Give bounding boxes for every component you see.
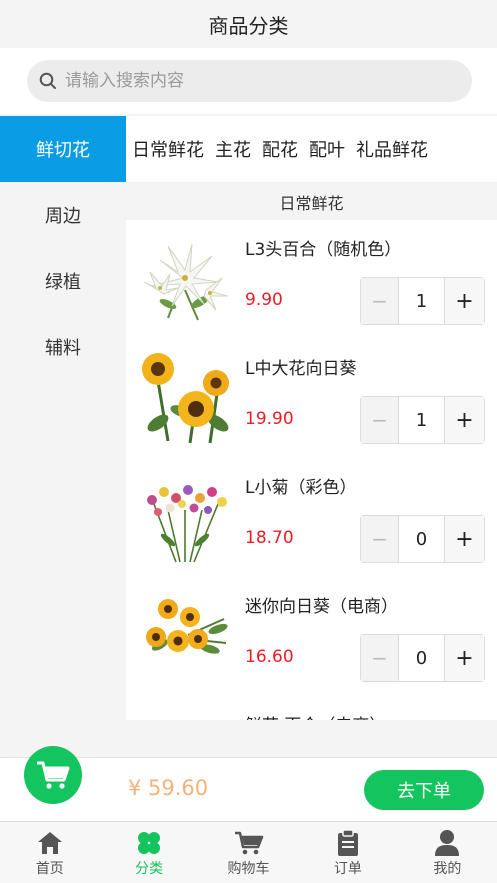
- cart-bar: ¥ 59.60 去下单: [0, 746, 497, 821]
- search-input[interactable]: [65, 71, 445, 91]
- product-price: 18.70: [245, 528, 294, 548]
- decrease-button[interactable]: −: [361, 635, 399, 681]
- page-title: 商品分类: [208, 13, 289, 38]
- bottom-tab-bar: 首页 分类 购物车 订单 我的: [0, 821, 497, 883]
- category-sidebar: 鲜切花 周边 绿植 辅料: [0, 116, 126, 756]
- quantity-value[interactable]: 1: [399, 397, 445, 443]
- product-image: [138, 232, 232, 326]
- sidebar-item-label: 绿植: [45, 272, 81, 293]
- sidebar-item-green-plants[interactable]: 绿植: [0, 248, 126, 314]
- section-title: 日常鲜花: [126, 184, 497, 220]
- product-name: L小菊（彩色）: [245, 478, 357, 498]
- tab-profile[interactable]: 我的: [398, 822, 497, 883]
- tab-label: 订单: [333, 860, 362, 877]
- decrease-button[interactable]: −: [361, 278, 399, 324]
- tab-cart[interactable]: 购物车: [199, 822, 298, 883]
- list-item[interactable]: L小菊（彩色） 18.70 − 0 +: [126, 458, 497, 577]
- product-image: [138, 470, 232, 564]
- product-name: L中大花向日葵: [245, 359, 357, 379]
- list-item[interactable]: 鲜花 百合（电商）: [126, 696, 497, 720]
- tab-category[interactable]: 分类: [99, 822, 198, 883]
- list-item[interactable]: L3头百合（随机色） 9.90 − 1 +: [126, 220, 497, 339]
- subtab-filler-flower[interactable]: 配花: [262, 136, 298, 162]
- search-bar: [0, 48, 497, 114]
- page-header: 商品分类: [0, 0, 497, 48]
- subcategory-tabs: 日常鲜花 主花 配花 配叶 礼品鲜花: [126, 116, 497, 182]
- quantity-stepper: − 0 +: [360, 515, 485, 563]
- list-item[interactable]: 迷你向日葵（电商） 16.60 − 0 +: [126, 577, 497, 696]
- increase-button[interactable]: +: [445, 397, 484, 443]
- increase-button[interactable]: +: [445, 635, 484, 681]
- tab-orders[interactable]: 订单: [298, 822, 397, 883]
- sidebar-item-fresh-cut-flowers[interactable]: 鲜切花: [0, 116, 126, 182]
- category-icon: [138, 831, 161, 854]
- section-title-label: 日常鲜花: [279, 194, 344, 213]
- tab-home[interactable]: 首页: [0, 822, 99, 883]
- subtab-daily-flowers[interactable]: 日常鲜花: [132, 136, 204, 162]
- subtab-gift-flowers[interactable]: 礼品鲜花: [356, 136, 428, 162]
- quantity-stepper: − 1 +: [360, 396, 485, 444]
- sidebar-item-label: 辅料: [45, 338, 81, 359]
- product-price: 19.90: [245, 409, 294, 429]
- cart-icon: [37, 761, 70, 789]
- decrease-button[interactable]: −: [361, 397, 399, 443]
- product-name: 迷你向日葵（电商）: [245, 597, 398, 617]
- quantity-stepper: − 0 +: [360, 634, 485, 682]
- tab-label: 我的: [433, 860, 462, 877]
- cart-total: ¥ 59.60: [128, 776, 209, 800]
- order-icon: [337, 828, 358, 856]
- sidebar-item-accessories[interactable]: 周边: [0, 182, 126, 248]
- product-list: L3头百合（随机色） 9.90 − 1 + L中大花向日葵 19.90 − 1 …: [126, 220, 497, 720]
- checkout-button[interactable]: 去下单: [364, 770, 484, 810]
- increase-button[interactable]: +: [445, 278, 484, 324]
- cart-icon: [234, 831, 263, 854]
- search-icon: [39, 72, 56, 89]
- subtab-main-flower[interactable]: 主花: [215, 136, 251, 162]
- tab-label: 购物车: [227, 860, 270, 877]
- sidebar-item-label: 鲜切花: [36, 140, 90, 161]
- sidebar-item-materials[interactable]: 辅料: [0, 314, 126, 380]
- tab-label: 分类: [135, 860, 164, 877]
- user-icon: [435, 829, 460, 856]
- cart-button[interactable]: [24, 746, 82, 804]
- quantity-stepper: − 1 +: [360, 277, 485, 325]
- product-price: 9.90: [245, 290, 283, 310]
- increase-button[interactable]: +: [445, 516, 484, 562]
- tab-label: 首页: [35, 860, 64, 877]
- list-item[interactable]: L中大花向日葵 19.90 − 1 +: [126, 339, 497, 458]
- product-image: [138, 589, 232, 683]
- quantity-value[interactable]: 0: [399, 635, 445, 681]
- sidebar-item-label: 周边: [45, 206, 81, 227]
- home-icon: [37, 831, 62, 854]
- subtab-foliage[interactable]: 配叶: [309, 136, 345, 162]
- quantity-value[interactable]: 1: [399, 278, 445, 324]
- product-price: 16.60: [245, 647, 294, 667]
- product-image: [138, 351, 232, 445]
- search-box[interactable]: [27, 60, 472, 102]
- product-name: 鲜花 百合（电商）: [245, 711, 386, 720]
- product-name: L3头百合（随机色）: [245, 240, 402, 260]
- quantity-value[interactable]: 0: [399, 516, 445, 562]
- decrease-button[interactable]: −: [361, 516, 399, 562]
